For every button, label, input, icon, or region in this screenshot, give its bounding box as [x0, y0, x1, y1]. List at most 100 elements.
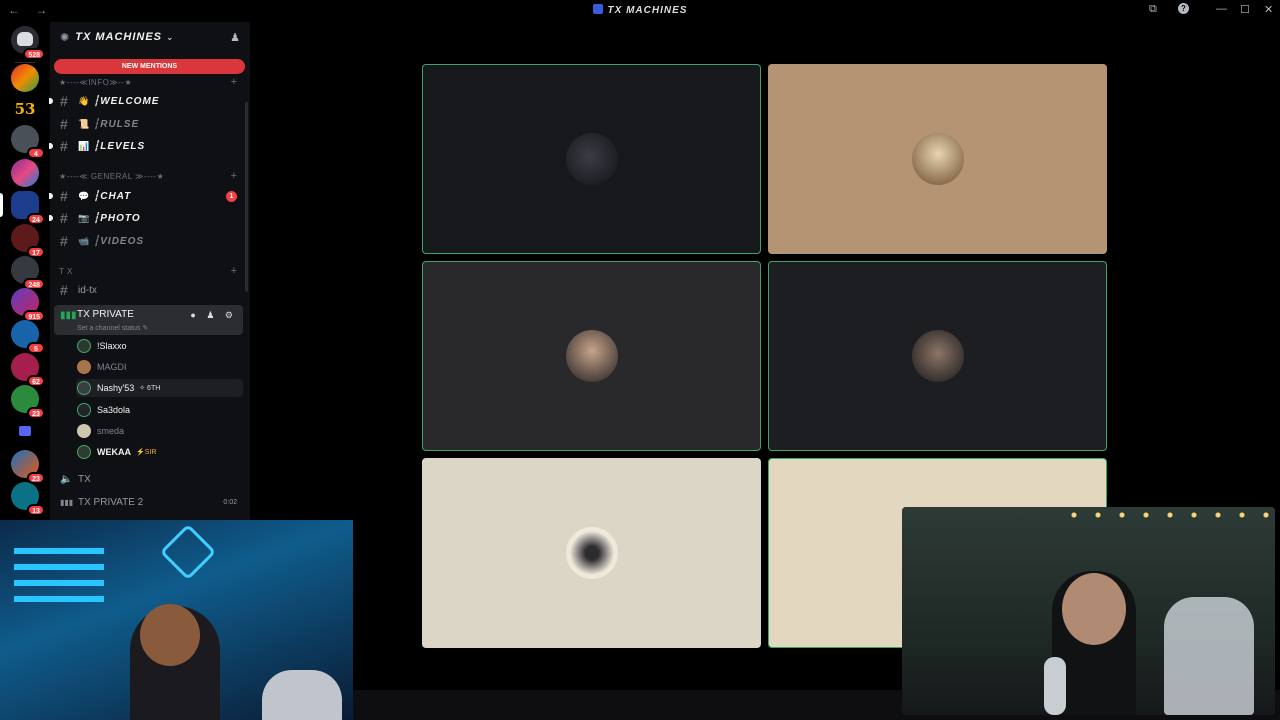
set-channel-status[interactable]: Set a channel status ✎ [77, 324, 148, 332]
category-general[interactable]: ★----≪ GENERAL ≫----★ [59, 172, 164, 181]
channel-photo[interactable]: # 📷 ┆PHOTO [49, 208, 243, 228]
selected-server-indicator [0, 193, 3, 217]
avatar [77, 381, 91, 395]
user-name: Sa3dola [97, 405, 131, 415]
wave-emoji-icon: 👋 [78, 95, 90, 106]
user-role-tag: ⚡SIR [136, 449, 157, 456]
inbox-icon[interactable]: ⧉ [1149, 3, 1157, 16]
user-name: WEKAA [97, 447, 131, 457]
guild-badge: 13 [27, 504, 45, 516]
channel-name: ┆PHOTO [93, 212, 141, 224]
voice-user[interactable]: WEKAA ⚡SIR [76, 443, 243, 461]
user-plus-icon[interactable]: ♟ [230, 31, 240, 44]
voice-channel-tools[interactable]: ● ♟ ⚙ [190, 310, 237, 321]
user-name: Nashy'53 [97, 383, 135, 393]
person-head [1062, 573, 1126, 645]
category-info[interactable]: ★----≪INFO≫--★ [59, 78, 132, 87]
chart-emoji-icon: 📊 [78, 140, 90, 151]
sidebar-scrollbar[interactable] [245, 102, 248, 292]
guild-badge: 4 [27, 147, 45, 159]
voice-user[interactable]: MAGDI [76, 358, 243, 376]
string-lights [1062, 511, 1272, 519]
server-icon-green[interactable]: 23 [11, 385, 45, 419]
channel-levels[interactable]: # 📊 ┆LEVELS [49, 136, 243, 156]
text-channel-icon: # [60, 188, 68, 204]
scroll-emoji-icon: 📜 [78, 118, 90, 129]
help-icon[interactable]: ? [1178, 3, 1189, 14]
minimize-button[interactable]: — [1216, 3, 1227, 15]
channel-name: ┆VIDEOS [93, 235, 145, 247]
server-icon-abc[interactable] [11, 64, 39, 92]
participant-tile-magdi[interactable] [768, 64, 1107, 254]
voice-user[interactable]: Nashy'53 ✧ 6TH [76, 379, 243, 397]
camera-emoji-icon: 📷 [78, 212, 90, 223]
voice-user[interactable]: !Slaxxo [76, 337, 243, 355]
create-channel-icon[interactable]: + [231, 76, 237, 88]
channel-welcome[interactable]: # 👋 ┆WELCOME [49, 91, 243, 111]
voice-channel-tx[interactable]: 🔈 TX [54, 469, 243, 489]
server-name: TX MACHINES [75, 31, 162, 43]
voice-channel-tx-private-2[interactable]: ▮▮▮ TX PRIVATE 2 0:02 [54, 492, 243, 512]
discord-logo-icon [17, 32, 33, 46]
server-icon-c[interactable]: 5 [11, 320, 45, 354]
channel-rules[interactable]: # 📜 ┆RULSE [54, 114, 243, 134]
server-icon-shield[interactable]: 17 [11, 224, 45, 258]
microphone-arm [262, 670, 342, 720]
participant-tile-slaxxo[interactable] [422, 64, 761, 254]
maximize-button[interactable]: ☐ [1240, 3, 1250, 16]
channel-videos[interactable]: # 📹 ┆VIDEOS [54, 231, 243, 251]
server-icon-avatar[interactable]: 23 [11, 450, 45, 484]
server-icon-red[interactable]: 62 [11, 353, 45, 387]
channel-name: ┆LEVELS [93, 140, 146, 152]
voice-user[interactable]: smeda [76, 422, 243, 440]
user-name: smeda [97, 426, 125, 436]
channel-chat[interactable]: # 💬 ┆CHAT 1 [49, 186, 243, 206]
server-icon-53[interactable]: 53 [11, 95, 39, 123]
text-channel-icon: # [60, 233, 68, 249]
guild-badge: 24 [27, 213, 45, 225]
server-folder-icon[interactable] [11, 418, 39, 446]
microphone [1044, 657, 1066, 715]
participant-tile-sa3dola[interactable] [768, 261, 1107, 451]
channel-name: ┆RULSE [93, 118, 140, 130]
avatar [77, 360, 91, 374]
participant-tile-nashy53[interactable] [422, 261, 761, 451]
unread-indicator [49, 98, 53, 104]
neon-shelves [14, 548, 104, 554]
direct-messages-icon[interactable]: 528 [11, 26, 45, 60]
server-icon-teal[interactable]: 13 [11, 482, 45, 516]
create-channel-icon[interactable]: + [231, 265, 237, 277]
guild-badge: 528 [23, 48, 45, 60]
server-icon-gang[interactable]: 4 [11, 125, 45, 159]
voice-channel-name: TX PRIVATE [77, 309, 134, 320]
create-channel-icon[interactable]: + [231, 170, 237, 182]
text-channel-icon: # [60, 116, 68, 132]
chevron-down-icon: ⌄ [166, 31, 174, 42]
close-button[interactable]: ✕ [1264, 3, 1273, 16]
server-header[interactable]: ✺ TX MACHINES ⌄ ♟ [50, 22, 250, 52]
voice-channel-tx-private[interactable]: ▮▮▮ TX PRIVATE Set a channel status ✎ ● … [54, 305, 243, 335]
server-icon-tx-machines[interactable]: 24 [11, 191, 45, 225]
channel-sidebar: ✺ TX MACHINES ⌄ ♟ NEW MENTIONS ★----≪INF… [49, 22, 250, 520]
guild-badge: 23 [27, 407, 45, 419]
new-mentions-button[interactable]: NEW MENTIONS [54, 59, 245, 74]
voice-user[interactable]: Sa3dola [76, 401, 243, 419]
video-camera-emoji-icon: 📹 [78, 235, 90, 246]
participant-tile-smeda[interactable] [422, 458, 761, 648]
voice-channel-name: TX PRIVATE 2 [78, 496, 144, 508]
server-settings-icon: ✺ [60, 31, 70, 44]
voice-timer: 0:02 [223, 498, 237, 506]
participant-avatar [911, 330, 964, 382]
channel-name: id-tx [78, 284, 97, 296]
unread-indicator [49, 215, 53, 221]
server-icon-purple[interactable]: 915 [11, 288, 45, 322]
webcam-overlay-left [0, 520, 353, 720]
category-tx[interactable]: T X [59, 267, 73, 276]
channel-id-tx[interactable]: # id-tx [54, 280, 243, 300]
avatar [77, 403, 91, 417]
avatar [77, 424, 91, 438]
server-icon-at[interactable]: 248 [11, 256, 45, 290]
text-channel-icon: # [60, 210, 68, 226]
server-icon-art[interactable] [11, 159, 39, 187]
folder-icon [19, 426, 31, 436]
